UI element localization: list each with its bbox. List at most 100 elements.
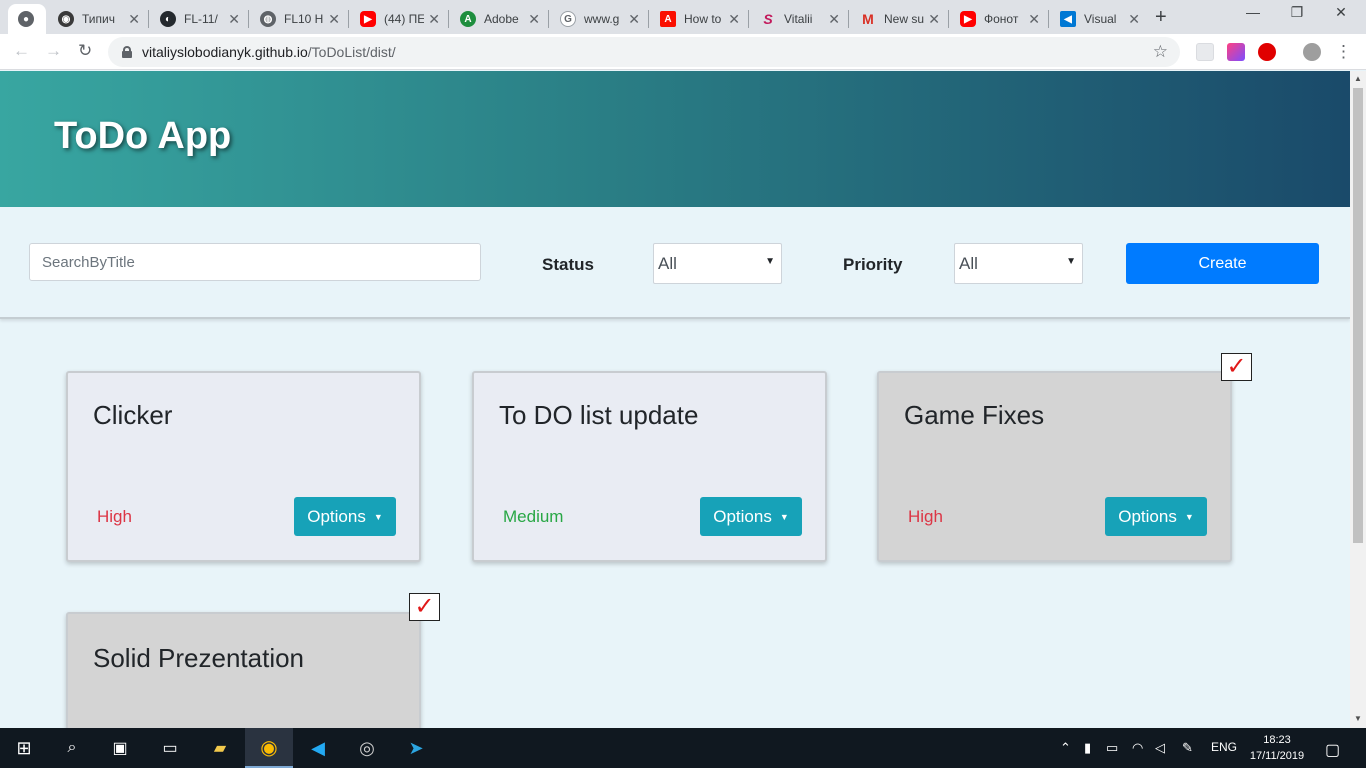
obs-icon[interactable]: ◎ [343, 728, 391, 768]
priority-select-value: All [959, 253, 978, 273]
options-button[interactable]: Options ▼ [700, 497, 802, 536]
close-icon[interactable]: ✕ [828, 11, 840, 28]
close-icon[interactable]: ✕ [128, 11, 140, 28]
tab-label: Adobe [484, 12, 519, 26]
dropdown-arrow-icon: ▼ [765, 256, 775, 267]
clock-date: 17/11/2019 [1249, 750, 1305, 762]
dropdown-arrow-icon: ▼ [1066, 256, 1076, 267]
search-icon[interactable]: ⌕ [48, 728, 96, 768]
priority-label: Medium [503, 507, 564, 526]
restore-icon[interactable]: ❐ [1274, 4, 1320, 21]
back-arrow-icon[interactable]: ← [13, 41, 30, 61]
tab-2[interactable]: ◐ FL-11/ ✕ [150, 4, 248, 34]
address-bar[interactable]: vitaliyslobodianyk.github.io/ToDoList/di… [108, 37, 1180, 67]
scroll-up-arrow-icon[interactable]: ▲ [1354, 74, 1362, 83]
tab-11[interactable]: ◀ Visual ✕ [1050, 4, 1148, 34]
close-icon[interactable]: ✕ [628, 11, 640, 28]
opera-extension-icon[interactable] [1258, 43, 1276, 61]
search-input[interactable] [29, 243, 481, 281]
priority-label: High [908, 507, 943, 526]
status-label: Status [542, 255, 594, 274]
menu-dots-icon[interactable]: ⋮ [1335, 42, 1352, 62]
gradient-extension-icon[interactable] [1227, 43, 1245, 61]
tab-8[interactable]: S Vitalii ✕ [750, 4, 848, 34]
vscode-icon: ◀ [1060, 11, 1076, 27]
app-title: ToDo App [54, 115, 232, 157]
close-icon[interactable]: ✕ [1028, 11, 1040, 28]
chrome-taskbar-icon[interactable]: ◉ [245, 728, 293, 768]
page-scrollbar[interactable]: ▲ ▼ [1350, 71, 1366, 728]
extension-icon[interactable] [1196, 43, 1214, 61]
tab-5[interactable]: A Adobe ✕ [450, 4, 548, 34]
scroll-down-arrow-icon[interactable]: ▼ [1354, 714, 1362, 723]
create-button[interactable]: Create [1126, 243, 1319, 284]
todo-card: To DO list update Medium Options ▼ [472, 371, 827, 562]
profile-avatar-icon[interactable] [1303, 43, 1321, 61]
tab-separator [648, 10, 649, 28]
language-indicator[interactable]: ENG [1211, 740, 1237, 754]
tab-separator [548, 10, 549, 28]
gmail-icon: M [862, 11, 874, 27]
file-explorer-icon[interactable]: ▰ [196, 728, 244, 768]
done-check-icon[interactable]: ✓ [1221, 353, 1252, 381]
s-icon: S [763, 11, 773, 27]
tab-4[interactable]: ▶ (44) ПЕ ✕ [350, 4, 448, 34]
wifi-icon[interactable]: ◠ [1132, 740, 1143, 756]
browser-tab-bar: ● ◉ Типич ✕ ◐ FL-11/ ✕ ◍ FL10 H ✕ ▶ (44)… [0, 0, 1366, 34]
lock-icon [122, 46, 132, 58]
tab-6[interactable]: G www.g ✕ [550, 4, 648, 34]
youtube-icon: ▶ [960, 11, 976, 27]
pen-icon[interactable]: ✎ [1182, 740, 1193, 756]
options-button[interactable]: Options ▼ [294, 497, 396, 536]
terminal-icon[interactable]: ▭ [146, 728, 194, 768]
forward-arrow-icon[interactable]: → [45, 41, 62, 61]
task-view-icon[interactable]: ▣ [96, 728, 144, 768]
globe-icon: ◉ [58, 11, 74, 27]
todo-card-done: Solid Prezentation [66, 612, 421, 728]
options-button[interactable]: Options ▼ [1105, 497, 1207, 536]
close-icon[interactable]: ✕ [928, 11, 940, 28]
microphone-icon[interactable]: ▮ [1084, 740, 1091, 756]
close-icon[interactable]: ✕ [428, 11, 440, 28]
telegram-icon[interactable]: ➤ [392, 728, 440, 768]
close-icon[interactable]: ✕ [328, 11, 340, 28]
minimize-icon[interactable]: — [1230, 4, 1276, 20]
clock[interactable]: 18:23 17/11/2019 [1248, 732, 1306, 764]
close-icon[interactable]: ✕ [1128, 11, 1140, 28]
tab-1[interactable]: ◉ Типич ✕ [48, 4, 148, 34]
google-icon: G [560, 11, 576, 27]
close-icon[interactable]: ✕ [528, 11, 540, 28]
caret-down-icon: ▼ [1184, 511, 1194, 522]
tray-chevron-icon[interactable]: ⌃ [1060, 740, 1071, 756]
close-icon[interactable]: ✕ [228, 11, 240, 28]
status-select[interactable]: All ▼ [653, 243, 782, 284]
scroll-thumb[interactable] [1353, 88, 1363, 543]
tab-separator [848, 10, 849, 28]
tab-active[interactable]: ● [8, 4, 46, 34]
todo-card-done: Game Fixes High Options ▼ [877, 371, 1232, 562]
tab-3[interactable]: ◍ FL10 H ✕ [250, 4, 348, 34]
new-tab-plus-icon[interactable]: + [1155, 6, 1167, 29]
volume-icon[interactable]: ◁ [1155, 740, 1165, 756]
github-icon: ◐ [160, 11, 176, 27]
bookmark-star-icon[interactable]: ☆ [1153, 42, 1168, 62]
done-check-icon[interactable]: ✓ [409, 593, 440, 621]
priority-label: High [97, 507, 132, 526]
filter-bar: Status All ▼ Priority All ▼ Create [0, 207, 1350, 319]
chrome-icon: ● [18, 11, 34, 27]
reload-icon[interactable]: ↻ [78, 41, 92, 61]
url-path: /ToDoList/dist/ [307, 44, 396, 60]
tab-7[interactable]: A How to ✕ [650, 4, 748, 34]
vscode-taskbar-icon[interactable]: ◀ [294, 728, 342, 768]
priority-select[interactable]: All ▼ [954, 243, 1083, 284]
close-icon[interactable]: ✕ [728, 11, 740, 28]
card-title: Game Fixes [904, 400, 1045, 430]
windows-start-icon[interactable]: ⊞ [0, 728, 48, 768]
notification-icon[interactable]: ▢ [1325, 740, 1340, 760]
card-title: Solid Prezentation [93, 643, 305, 673]
battery-icon[interactable]: ▭ [1106, 740, 1118, 756]
tab-9[interactable]: M New su ✕ [850, 4, 948, 34]
window-close-icon[interactable]: ✕ [1318, 4, 1364, 21]
tab-10[interactable]: ▶ Фонот ✕ [950, 4, 1048, 34]
card-title: Clicker [93, 400, 173, 430]
